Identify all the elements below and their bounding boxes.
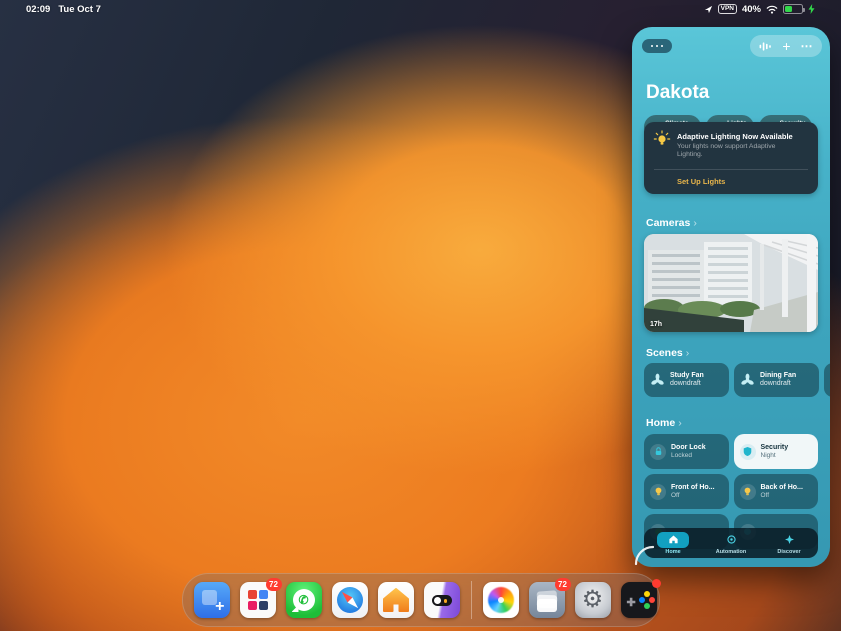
battery-icon: [783, 4, 803, 14]
discover-icon: [784, 534, 795, 545]
tab-home[interactable]: Home: [647, 532, 699, 555]
accessory-state: Off: [671, 492, 715, 500]
accessory-name: Back of Ho...: [761, 484, 803, 493]
scene-name-line2: downdraft: [760, 380, 796, 388]
dock-app-colorful-tiles[interactable]: 72: [240, 582, 276, 618]
more-options-button[interactable]: ⋯: [801, 40, 814, 52]
dock-app-dark-game[interactable]: ✚: [621, 582, 657, 618]
accessory-name: Door Lock: [671, 444, 706, 453]
accessory-name: Security: [761, 444, 789, 453]
shield-icon: [740, 444, 756, 460]
home-app-icon: [378, 582, 414, 618]
chevron-right-icon: ›: [686, 347, 690, 359]
banner-subtitle: Your lights now support Adaptive Lightin…: [677, 143, 784, 159]
ipad-screen: 02:09 Tue Oct 7 VPN 40% + ⋯ Dakota: [0, 0, 841, 631]
banner-divider: [654, 169, 808, 170]
add-button[interactable]: +: [782, 39, 790, 53]
home-section-header[interactable]: Home›: [646, 417, 682, 429]
fan-icon: [650, 373, 665, 388]
chevron-right-icon: ›: [678, 417, 682, 429]
bulb-rays-icon: [653, 130, 671, 148]
vpn-badge-icon: VPN: [718, 4, 737, 14]
scenes-row: Study Fandowndraft Dining Fandowndraft: [644, 363, 830, 397]
scene-tile-partial[interactable]: [824, 363, 830, 397]
dock-app-toggle[interactable]: [424, 582, 460, 618]
scene-name: Study Fan: [670, 372, 704, 381]
home-app-tab-bar: Home Automation Discover: [644, 528, 818, 558]
toggle-app-icon: [424, 582, 460, 618]
panel-header: + ⋯: [642, 35, 822, 57]
section-label: Cameras: [646, 217, 690, 229]
lock-icon: [650, 444, 666, 460]
section-label: Scenes: [646, 347, 683, 359]
camera-preview-tile[interactable]: 17h: [644, 234, 818, 332]
dock-app-whatsapp[interactable]: ✆: [286, 582, 322, 618]
notification-dot-badge: [652, 579, 661, 588]
fan-icon: [740, 373, 755, 388]
accessory-tile-front-light[interactable]: Front of Ho...Off: [644, 474, 729, 509]
camera-snapshot-image: [644, 234, 818, 332]
home-app-window: + ⋯ Dakota Climate26.5–32.0° Lights3 On …: [632, 27, 830, 567]
home-name-title[interactable]: Dakota: [646, 82, 709, 104]
dock-app-blue-plus[interactable]: +: [194, 582, 230, 618]
whatsapp-icon: ✆: [286, 582, 322, 618]
accessory-tile-back-light[interactable]: Back of Ho...Off: [734, 474, 819, 509]
section-label: Home: [646, 417, 675, 429]
accessory-state: Locked: [671, 452, 706, 460]
settings-gear-icon: ⚙: [575, 582, 611, 618]
dark-game-app-icon: ✚: [621, 582, 657, 618]
lightbulb-icon: [650, 484, 666, 500]
notification-badge: 72: [266, 578, 282, 591]
camera-timestamp: 17h: [650, 321, 662, 328]
tab-label: Discover: [777, 549, 800, 555]
scene-tile-study-fan[interactable]: Study Fandowndraft: [644, 363, 729, 397]
accessory-tile-security[interactable]: SecurityNight: [734, 434, 819, 469]
adaptive-lighting-banner: Adaptive Lighting Now Available Your lig…: [644, 122, 818, 194]
notification-badge: 72: [555, 578, 571, 591]
banner-title: Adaptive Lighting Now Available: [677, 132, 810, 141]
scene-name-line2: downdraft: [670, 380, 704, 388]
cameras-section-header[interactable]: Cameras›: [646, 217, 697, 229]
dock-app-settings[interactable]: ⚙: [575, 582, 611, 618]
wifi-icon: [766, 5, 778, 14]
dictation-wave-icon[interactable]: [759, 41, 772, 52]
dock-app-home[interactable]: [378, 582, 414, 618]
set-up-lights-button[interactable]: Set Up Lights: [677, 177, 725, 186]
tab-label: Automation: [716, 549, 747, 555]
location-icon: [704, 5, 713, 14]
window-controls-pill[interactable]: [642, 39, 672, 53]
battery-percent: 40%: [742, 4, 761, 15]
accessory-name: Front of Ho...: [671, 484, 715, 493]
scene-name: Dining Fan: [760, 372, 796, 381]
photos-icon: [483, 582, 519, 618]
lightbulb-icon: [740, 484, 756, 500]
scene-tile-dining-fan[interactable]: Dining Fandowndraft: [734, 363, 819, 397]
tab-label: Home: [665, 549, 680, 555]
dock-app-safari[interactable]: [332, 582, 368, 618]
date: Tue Oct 7: [58, 4, 101, 15]
accessory-state: Night: [761, 452, 789, 460]
status-bar: 02:09 Tue Oct 7 VPN 40%: [0, 0, 841, 18]
dock-app-photos[interactable]: [483, 582, 519, 618]
dock-app-stacked-cards[interactable]: 72: [529, 582, 565, 618]
battery-charge-fill: [785, 6, 792, 12]
house-icon: [668, 534, 679, 545]
scenes-section-header[interactable]: Scenes›: [646, 347, 689, 359]
clock: 02:09: [26, 4, 50, 15]
accessory-state: Off: [761, 492, 803, 500]
tab-automation[interactable]: Automation: [705, 532, 757, 555]
blue-plus-app-icon: +: [194, 582, 230, 618]
window-controls-icon: [651, 45, 654, 48]
tab-discover[interactable]: Discover: [763, 532, 815, 555]
slideover-corner-indicator-icon: [634, 545, 654, 565]
chevron-right-icon: ›: [693, 217, 697, 229]
accessory-tile-door-lock[interactable]: Door LockLocked: [644, 434, 729, 469]
charging-bolt-icon: [808, 4, 815, 14]
dock-divider: [471, 581, 472, 619]
dock: + 72 ✆: [182, 573, 660, 627]
automation-icon: [726, 534, 737, 545]
header-actions: + ⋯: [750, 35, 822, 57]
safari-icon: [332, 582, 368, 618]
